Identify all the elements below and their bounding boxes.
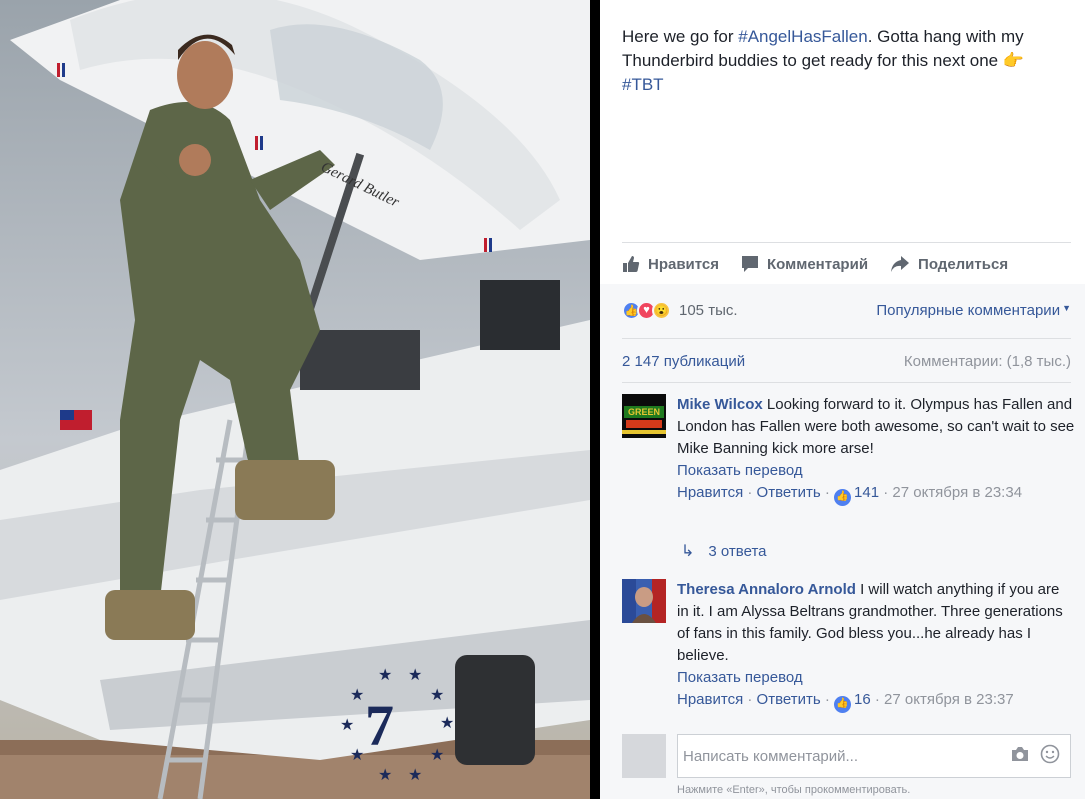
divider [622, 242, 1071, 243]
comment-likes-count[interactable]: 👍 141 [834, 484, 880, 506]
comment-author[interactable]: Theresa Annaloro Arnold [677, 581, 856, 598]
comment-likes-count[interactable]: 👍 16 [834, 691, 871, 713]
avatar[interactable]: GREEN [622, 394, 666, 438]
comment-time[interactable]: 27 октября в 23:34 [892, 484, 1022, 501]
chevron-down-icon: ▼ [1062, 302, 1071, 313]
emoji-icon[interactable] [1040, 744, 1060, 769]
svg-text:★: ★ [350, 747, 364, 764]
avatar-text: GREEN [628, 407, 660, 417]
svg-text:★: ★ [350, 687, 364, 704]
post-stats: 2 147 публикаций Комментарии: (1,8 тыс.) [622, 350, 1071, 372]
comment-label: Комментарий [767, 255, 869, 273]
svg-text:★: ★ [340, 717, 354, 734]
comment-author[interactable]: Mike Wilcox [677, 396, 763, 413]
svg-text:★: ★ [430, 747, 444, 764]
divider [622, 382, 1071, 383]
comment-item: GREEN Mike Wilcox Looking forward to it.… [622, 394, 1075, 506]
comments-count-link[interactable]: Комментарии: (1,8 тыс.) [904, 353, 1071, 370]
show-translation-link[interactable]: Показать перевод [677, 669, 803, 686]
photo-illustration: 7 ★★ ★★ ★★★★ ★★ Gerard Butler [0, 0, 590, 799]
post-text: Here we go for #AngelHasFallen. Gotta ha… [622, 25, 1062, 97]
comment-button[interactable]: Комментарий [741, 255, 868, 273]
comment-likes-value: 16 [854, 691, 871, 708]
comment-reply-link[interactable]: Ответить [757, 484, 821, 501]
composer-hint: Нажмите «Enter», чтобы прокомментировать… [677, 784, 911, 796]
svg-text:★: ★ [408, 667, 422, 684]
reactions-count[interactable]: 105 тыс. [679, 302, 738, 319]
photo-viewer: 7 ★ ★ ★ ★ ★ ★ ★ ★ ★ ★ Gerard Butler Here we go … [0, 0, 1085, 799]
photo-number-7: 7 [365, 693, 394, 758]
comment-body: Mike Wilcox Looking forward to it. Olymp… [677, 394, 1075, 506]
publications-count-link[interactable]: 2 147 публикаций [622, 353, 745, 370]
comment-meta: Нравится · Ответить · 👍 141 · 27 октября … [677, 484, 1022, 506]
post-photo[interactable]: 7 ★ ★ ★ ★ ★ ★ ★ ★ ★ ★ Gerard Butler [0, 0, 590, 799]
share-label: Поделиться [918, 255, 1009, 273]
thumbs-up-icon [623, 256, 640, 272]
comment-meta: Нравится · Ответить · 👍 16 · 27 октября в… [677, 691, 1014, 713]
svg-text:★: ★ [378, 767, 392, 784]
reply-arrow-icon: ↳ [681, 543, 695, 560]
replies-link[interactable]: ↳ 3 ответа [681, 541, 767, 561]
comment-time[interactable]: 27 октября в 23:37 [884, 691, 1014, 708]
comment-input-placeholder: Написать комментарий... [683, 747, 859, 765]
thumbs-up-icon: 👍 [834, 695, 852, 713]
divider [622, 338, 1071, 339]
thumbs-up-icon: 👍 [834, 488, 852, 506]
svg-text:★: ★ [408, 767, 422, 784]
share-arrow-icon [891, 256, 910, 272]
comment-item: Theresa Annaloro Arnold I will watch any… [622, 579, 1075, 713]
comment-icon [742, 256, 759, 272]
like-label: Нравится [648, 255, 720, 273]
show-translation-link[interactable]: Показать перевод [677, 462, 803, 479]
hashtag-link[interactable]: #TBT [622, 75, 664, 94]
replies-count: 3 ответа [708, 542, 767, 560]
reactions-summary: 👍 ♥ 😮 105 тыс. Популярные комментарии ▼ [622, 298, 1071, 322]
comment-body: Theresa Annaloro Arnold I will watch any… [677, 579, 1075, 713]
avatar[interactable] [622, 579, 666, 623]
svg-text:★: ★ [440, 715, 454, 732]
svg-text:★: ★ [378, 667, 392, 684]
comment-like-link[interactable]: Нравится [677, 691, 743, 708]
comments-section: 👍 ♥ 😮 105 тыс. Популярные комментарии ▼ 2… [600, 284, 1085, 799]
like-button[interactable]: Нравится [622, 255, 719, 273]
hashtag-link[interactable]: #AngelHasFallen [738, 27, 867, 46]
comment-like-link[interactable]: Нравится [677, 484, 743, 501]
comment-composer: Написать комментарий... [622, 734, 1071, 778]
comment-reply-link[interactable]: Ответить [757, 691, 821, 708]
post-panel: Here we go for #AngelHasFallen. Gotta ha… [600, 0, 1085, 799]
svg-text:★: ★ [430, 687, 444, 704]
comment-likes-value: 141 [854, 484, 880, 501]
current-user-avatar [622, 734, 666, 778]
photo-divider [590, 0, 600, 799]
sort-label: Популярные комментарии [876, 301, 1061, 319]
post-actions: Нравится Комментарий Поделиться [622, 252, 1030, 276]
wow-reaction-icon[interactable]: 😮 [652, 300, 671, 320]
pointing-emoji: 👉 [1002, 51, 1025, 70]
post-text-part: Here we go for [622, 27, 739, 46]
share-button[interactable]: Поделиться [890, 255, 1008, 273]
comment-input[interactable]: Написать комментарий... [677, 734, 1071, 778]
comments-sort-dropdown[interactable]: Популярные комментарии ▼ [876, 302, 1071, 319]
camera-icon[interactable] [1010, 746, 1030, 767]
